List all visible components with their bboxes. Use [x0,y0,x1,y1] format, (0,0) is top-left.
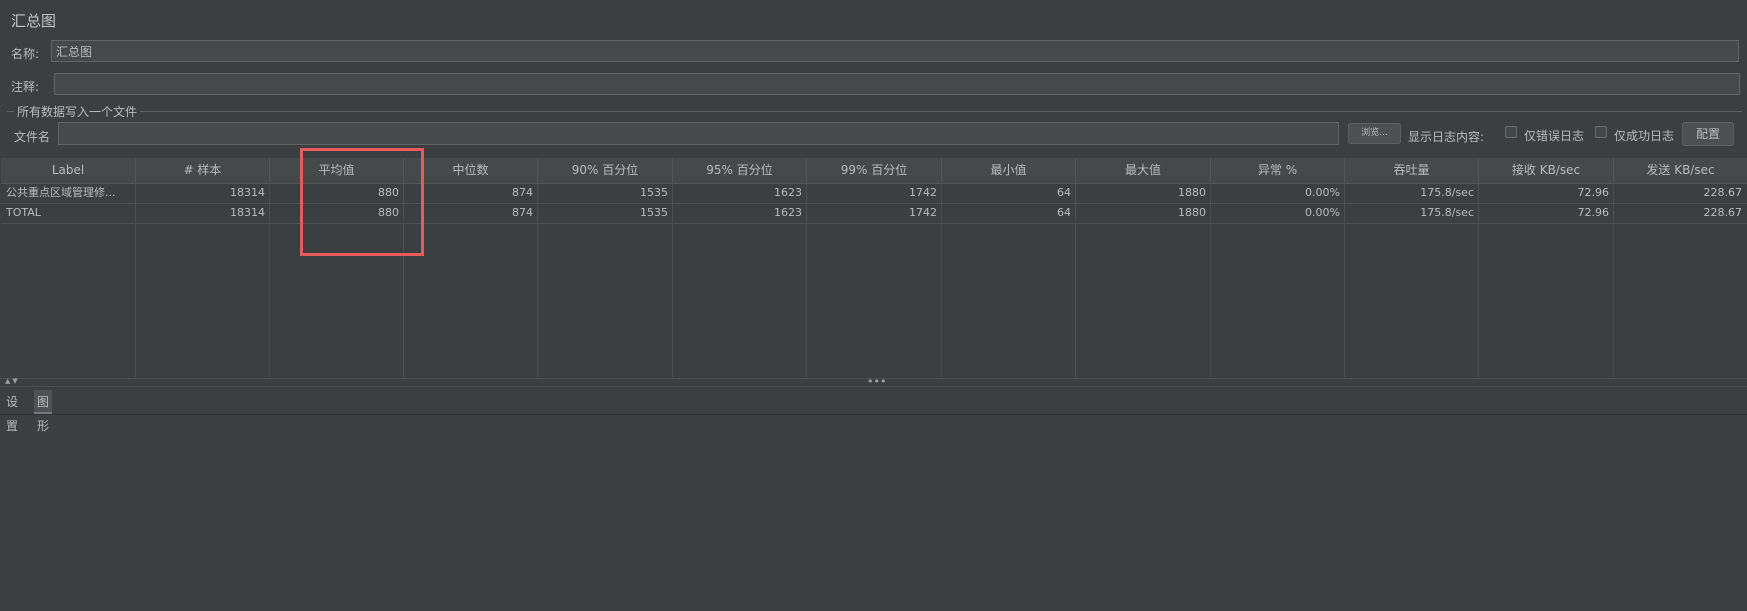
table-cell: 1535 [640,206,668,219]
errors-only-checkbox[interactable] [1505,126,1517,138]
table-row[interactable]: TOTAL 18314 880 874 1535 1623 1742 64 18… [1,203,1747,224]
table-cell: 1880 [1178,206,1206,219]
column-header-throughput[interactable]: 吞吐量 [1345,158,1479,183]
column-header-label[interactable]: Label [1,158,136,183]
table-cell: 1742 [909,206,937,219]
column-divider [1344,183,1345,377]
table-cell: 64 [1057,206,1071,219]
table-row[interactable]: 公共重点区域管理修... 18314 880 874 1535 1623 174… [1,183,1747,204]
column-header-p95[interactable]: 95% 百分位 [673,158,807,183]
column-header-p99[interactable]: 99% 百分位 [807,158,942,183]
tab-settings[interactable]: 设置 [3,390,21,433]
table-cell: 228.67 [1703,186,1743,199]
column-header-received-kb[interactable]: 接收 KB/sec [1479,158,1614,183]
column-divider [1613,183,1614,377]
tab-strip-divider [0,414,1747,415]
table-cell: 1880 [1178,186,1206,199]
table-cell: 880 [378,186,399,199]
errors-only-label: 仅错误日志 [1524,129,1585,143]
table-cell: 175.8/sec [1420,186,1474,199]
column-header-p90[interactable]: 90% 百分位 [538,158,673,183]
table-cell: 0.00% [1305,186,1340,199]
column-divider [537,183,538,377]
column-divider [1478,183,1479,377]
summary-table: Label # 样本 平均值 中位数 90% 百分位 95% 百分位 99% 百… [1,158,1747,377]
column-divider [806,183,807,377]
column-header-median[interactable]: 中位数 [404,158,538,183]
table-cell: 72.96 [1577,206,1610,219]
filename-label: 文件名 [14,130,51,144]
collapse-arrows-icon[interactable]: ▲▼ [5,377,20,385]
column-header-sent-kb[interactable]: 发送 KB/sec [1614,158,1747,183]
configure-button[interactable]: 配置 [1682,122,1734,146]
column-divider [135,183,136,377]
table-cell: TOTAL [6,206,41,219]
column-divider [1075,183,1076,377]
column-divider [672,183,673,377]
table-cell: 0.00% [1305,206,1340,219]
success-only-label: 仅成功日志 [1614,129,1675,143]
table-cell: 18314 [230,206,265,219]
table-cell: 64 [1057,186,1071,199]
table-cell: 1742 [909,186,937,199]
comment-label: 注释: [11,80,40,94]
table-cell: 72.96 [1577,186,1610,199]
column-header-average[interactable]: 平均值 [270,158,404,183]
column-header-error-rate[interactable]: 异常 % [1211,158,1345,183]
column-header-max[interactable]: 最大值 [1076,158,1211,183]
table-cell: 公共重点区域管理修... [6,186,116,199]
comment-field[interactable] [54,73,1740,95]
name-label: 名称: [11,47,40,61]
table-cell: 874 [512,186,533,199]
tab-graph[interactable]: 图形 [34,390,53,433]
success-only-checkbox[interactable] [1595,126,1607,138]
table-cell: 1623 [774,206,802,219]
column-header-samples[interactable]: # 样本 [136,158,270,183]
file-group-title: 所有数据写入一个文件 [14,103,141,120]
column-divider [941,183,942,377]
panel-title: 汇总图 [11,12,57,30]
table-cell: 1535 [640,186,668,199]
column-divider [269,183,270,377]
name-field[interactable] [51,40,1739,62]
table-cell: 1623 [774,186,802,199]
table-cell: 18314 [230,186,265,199]
column-divider [1210,183,1211,377]
table-cell: 228.67 [1703,206,1743,219]
filename-field[interactable] [58,122,1339,145]
column-header-min[interactable]: 最小值 [942,158,1076,183]
log-content-label: 显示日志内容: [1408,130,1485,144]
column-divider [403,183,404,377]
summary-report-panel: 汇总图 名称: 注释: 所有数据写入一个文件 文件名 浏览... 显示日志内容:… [0,0,1747,611]
browse-button[interactable]: 浏览... [1348,123,1401,144]
table-header: Label # 样本 平均值 中位数 90% 百分位 95% 百分位 99% 百… [1,158,1747,184]
table-cell: 880 [378,206,399,219]
drag-handle-icon[interactable]: ••• [867,375,886,388]
table-cell: 874 [512,206,533,219]
table-cell: 175.8/sec [1420,206,1474,219]
